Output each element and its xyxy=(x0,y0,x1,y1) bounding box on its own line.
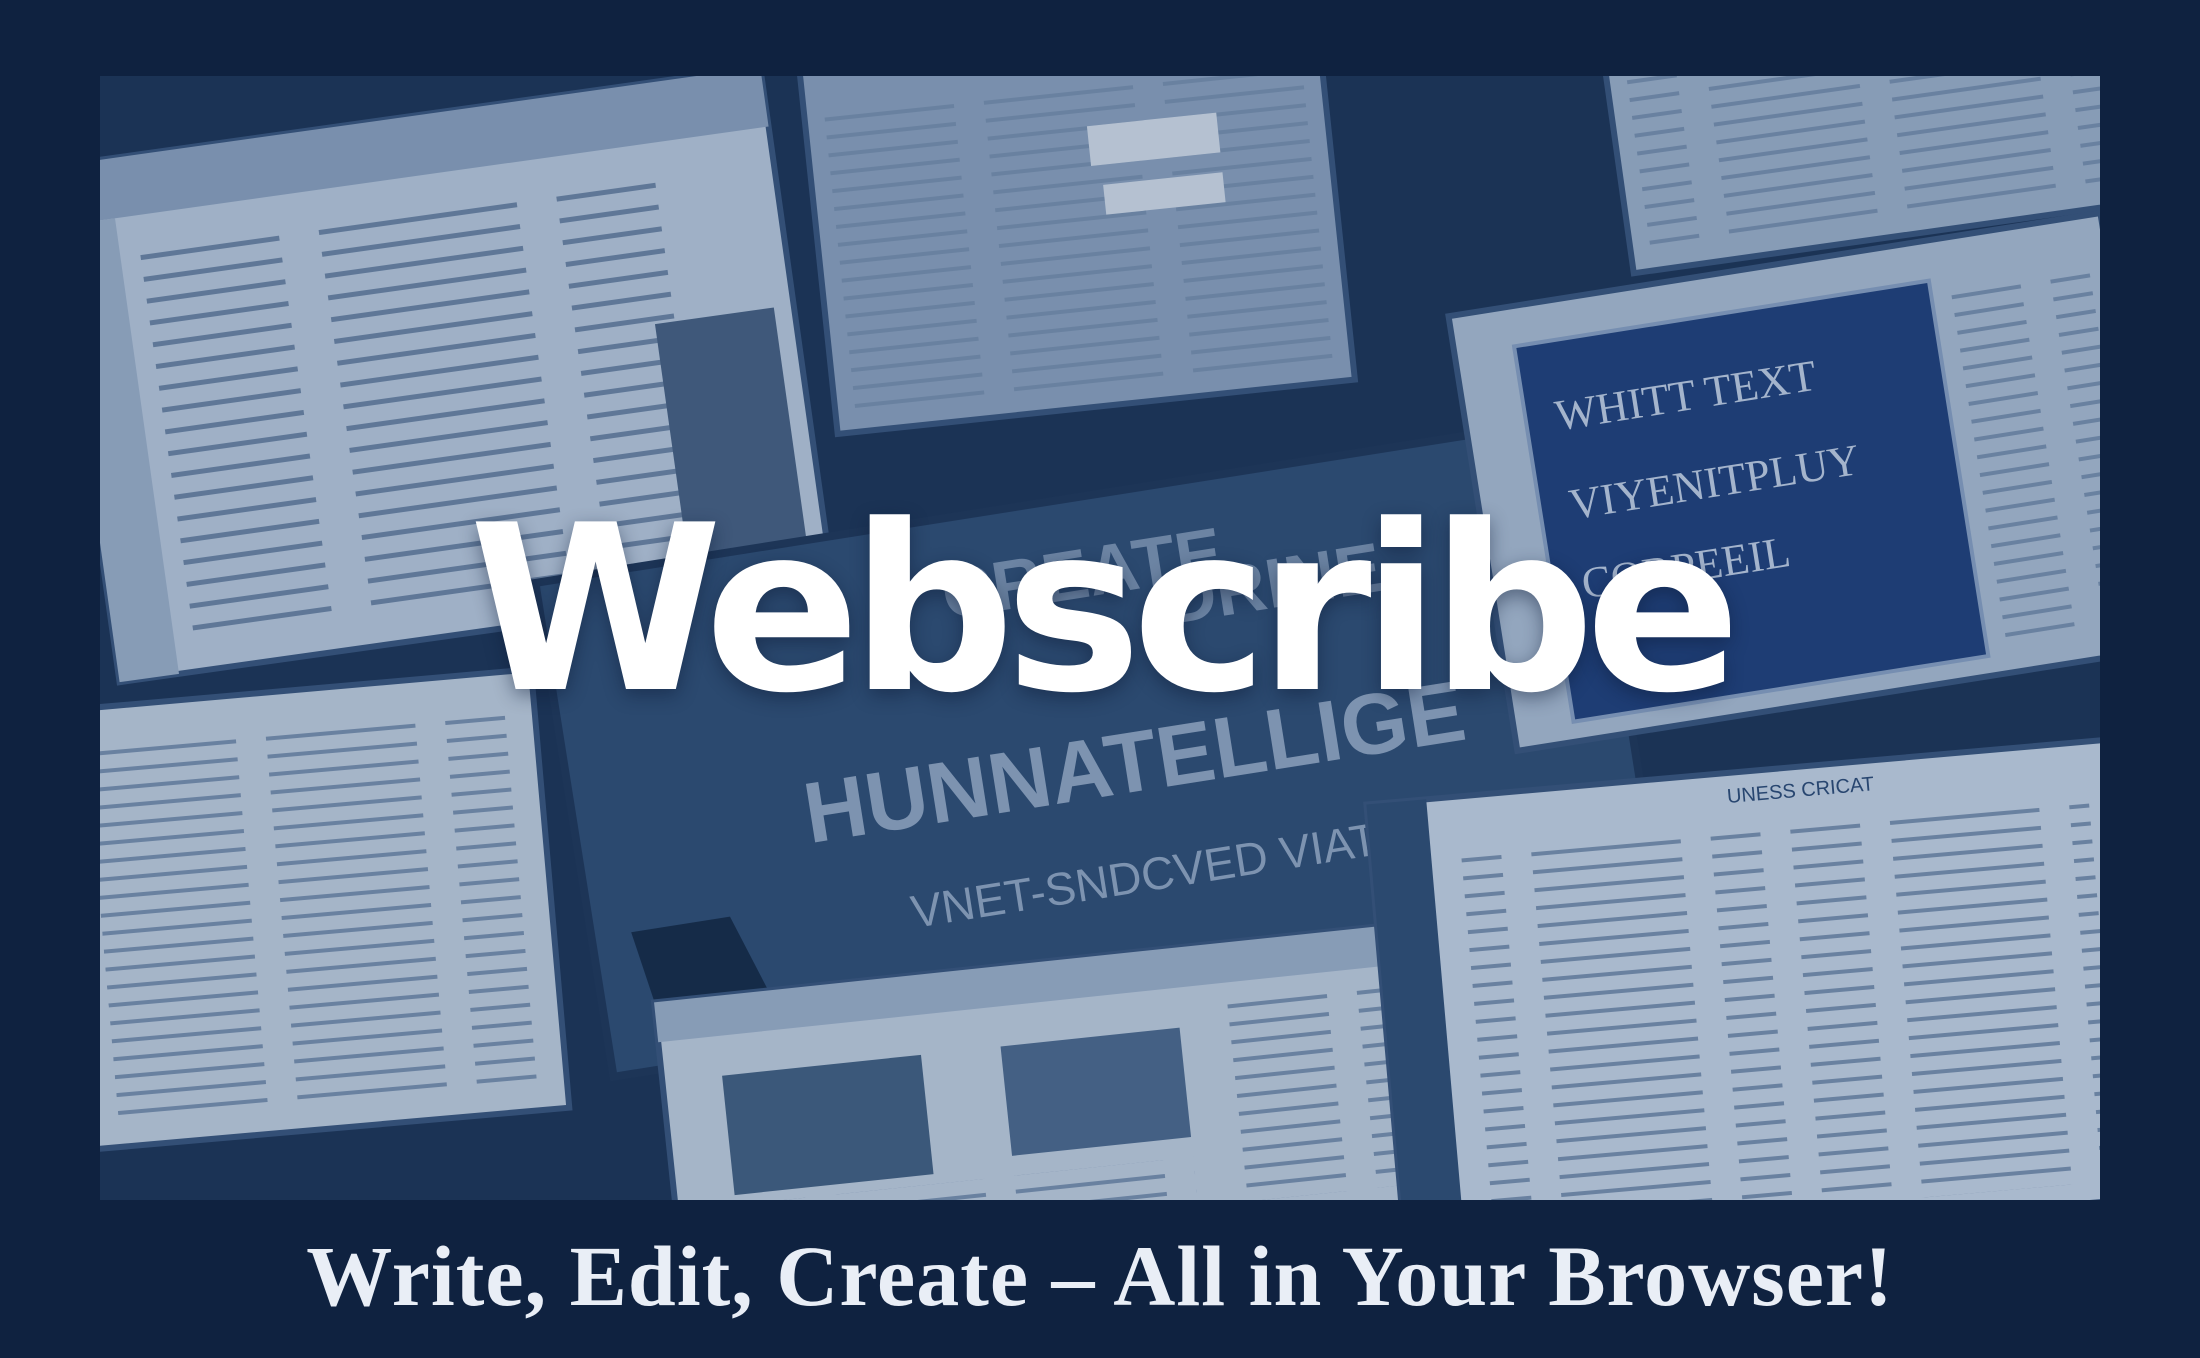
brand-logo-wordmark: Webscribe xyxy=(468,477,1741,744)
tagline: Write, Edit, Create – All in Your Browse… xyxy=(306,1228,1894,1324)
hero-banner: CREATE DRINE HUNNATELLIGE VNET-SNDCVED V… xyxy=(100,76,2100,1200)
